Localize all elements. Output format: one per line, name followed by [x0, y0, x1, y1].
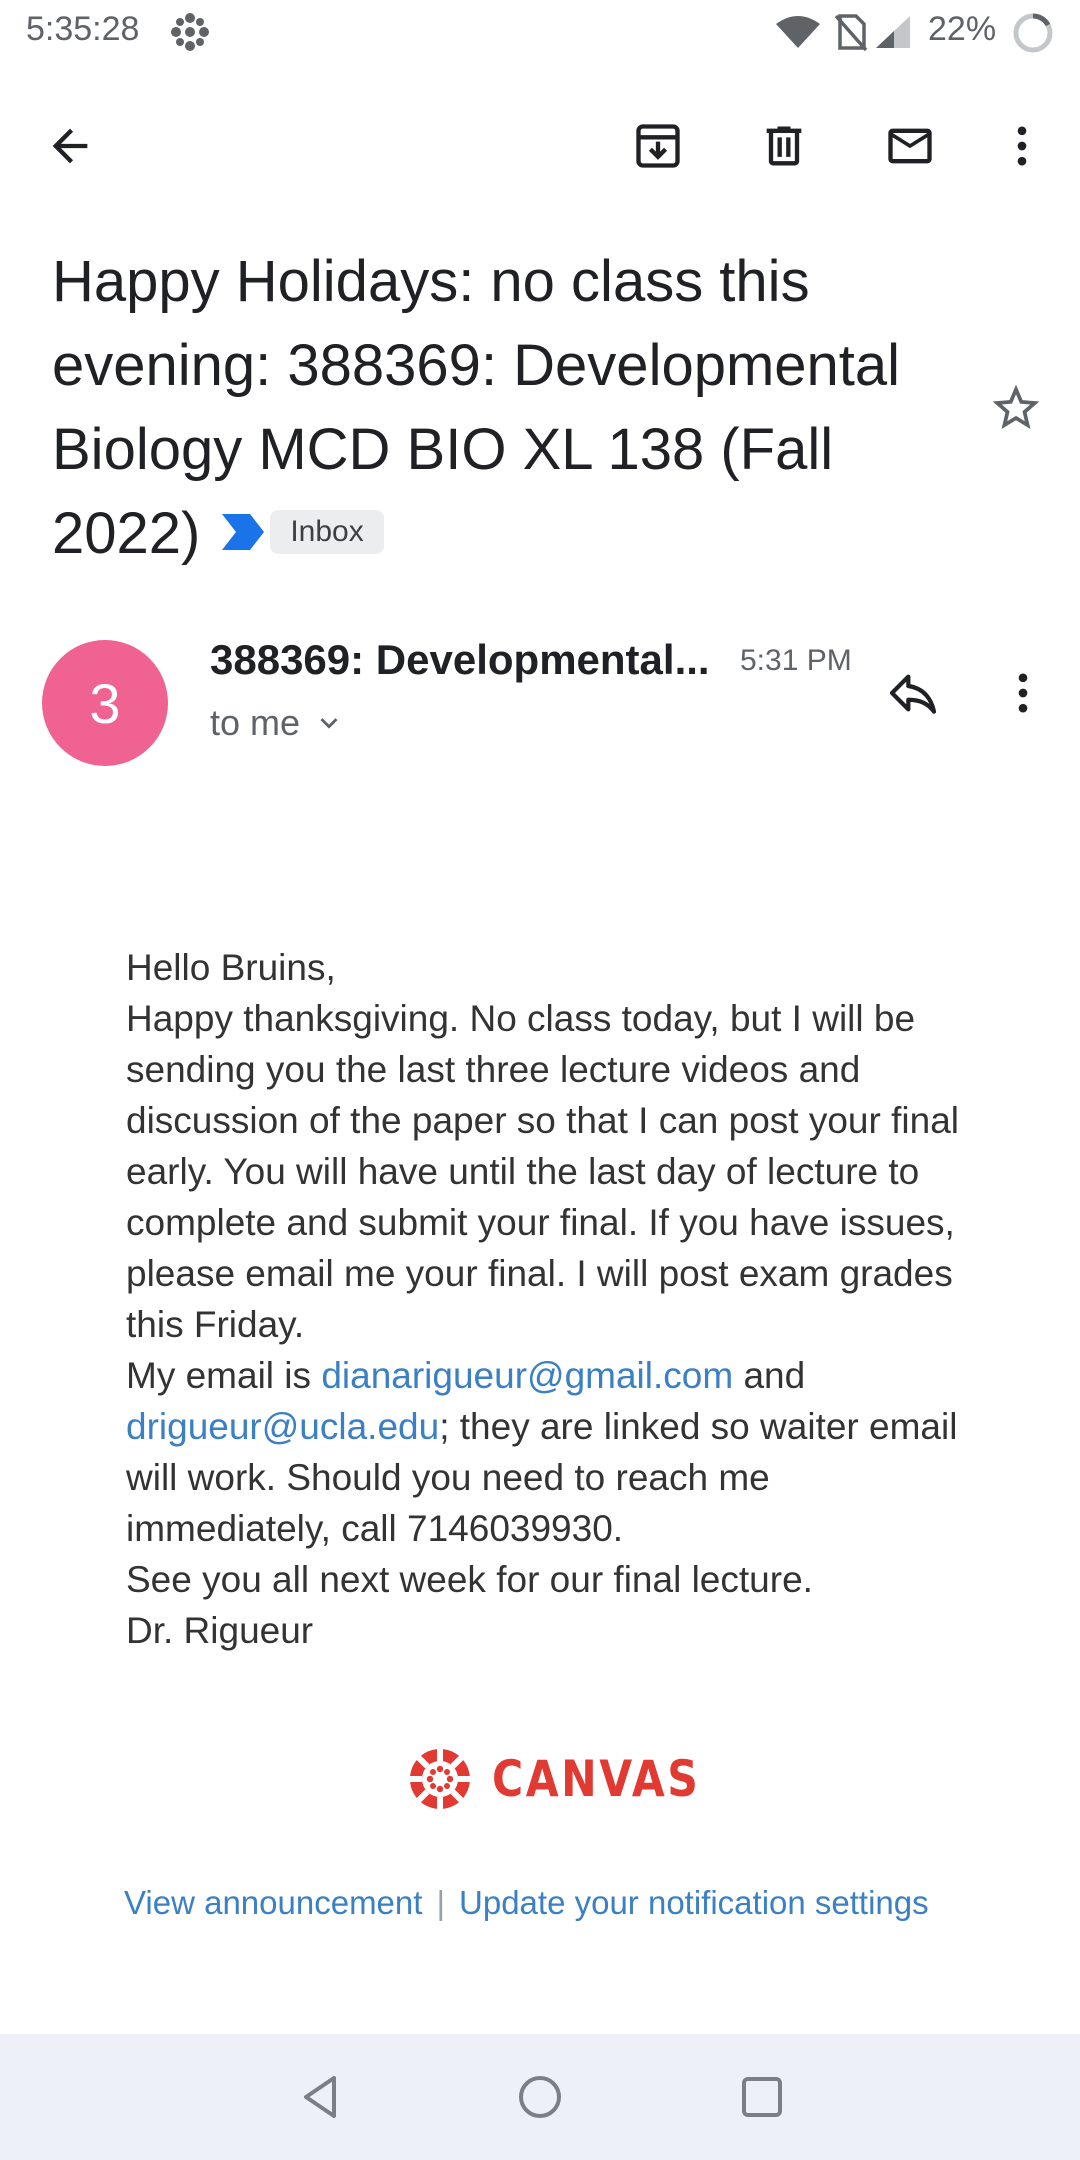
square-recents-icon — [742, 2077, 782, 2117]
mark-unread-icon — [888, 128, 932, 164]
triangle-back-icon — [304, 2076, 336, 2118]
nav-recents-button[interactable] — [727, 2062, 797, 2132]
more-vert-icon — [1018, 673, 1028, 713]
canvas-logo: CANVAS — [406, 1744, 737, 1814]
sender-avatar[interactable]: 3 — [42, 640, 168, 766]
battery-icon — [1013, 13, 1053, 53]
status-bar: 5:35:28 22% — [0, 0, 1080, 64]
view-announcement-link[interactable]: View announcement — [124, 1884, 422, 1921]
chevron-down-icon — [320, 718, 338, 729]
star-icon[interactable] — [988, 380, 1044, 436]
reply-icon — [889, 674, 937, 714]
nav-back-button[interactable] — [286, 2062, 356, 2132]
back-arrow-icon — [52, 128, 88, 164]
circle-home-icon — [519, 2076, 561, 2118]
message-more-button[interactable] — [980, 650, 1066, 736]
notification-settings-link[interactable]: Update your notification settings — [459, 1884, 929, 1921]
canvas-logo-icon — [408, 1747, 472, 1811]
archive-icon — [636, 124, 680, 168]
body-closing: See you all next week for our final lect… — [126, 1559, 813, 1600]
system-navigation-bar — [0, 2034, 1080, 2160]
notification-footer: View announcement | Update your notificati… — [124, 1884, 929, 1922]
body-signature: Dr. Rigueur — [126, 1610, 314, 1651]
archive-button[interactable] — [612, 100, 704, 192]
back-button[interactable] — [24, 100, 116, 192]
inbox-label-chip[interactable]: Inbox — [270, 509, 384, 554]
avatar-initial: 3 — [89, 671, 121, 735]
signal-icon — [876, 16, 910, 48]
top-app-bar — [0, 100, 1080, 192]
more-vert-icon — [1017, 126, 1027, 166]
canvas-wordmark: CANVAS — [492, 1750, 701, 1808]
status-time: 5:35:28 — [26, 10, 140, 48]
email-link-ucla[interactable]: drigueur@ucla.edu — [126, 1406, 439, 1447]
message-time: 5:31 PM — [740, 644, 852, 677]
battery-percent: 22% — [928, 10, 997, 48]
nav-home-button[interactable] — [505, 2062, 575, 2132]
recipient-text: to me — [210, 702, 301, 743]
email-link-gmail[interactable]: dianarigueur@gmail.com — [321, 1355, 733, 1396]
more-options-button[interactable] — [976, 100, 1068, 192]
importance-marker-icon[interactable] — [220, 512, 266, 552]
body-paragraph: Happy thanksgiving. No class today, but … — [126, 998, 959, 1345]
footer-separator: | — [436, 1884, 446, 1921]
delete-icon — [766, 126, 802, 166]
message-body: Hello Bruins, Happy thanksgiving. No cla… — [126, 942, 976, 1656]
contact-prefix: My email is — [126, 1355, 322, 1396]
body-greeting: Hello Bruins, — [126, 947, 336, 988]
email-subject: Happy Holidays: no class this evening: 3… — [52, 240, 972, 576]
wifi-icon — [776, 16, 820, 48]
no-sim-icon — [834, 14, 868, 52]
delete-button[interactable] — [738, 100, 830, 192]
cbc-gem-icon — [171, 13, 209, 51]
sender-name: 388369: Developmental... — [210, 636, 710, 683]
recipient-details-toggle[interactable]: to me — [210, 702, 346, 744]
contact-and: and — [733, 1355, 806, 1396]
reply-button[interactable] — [870, 650, 956, 736]
subject-text: Happy Holidays: no class this evening: 3… — [52, 249, 901, 566]
mark-unread-button[interactable] — [864, 100, 956, 192]
body-contact: My email is dianarigueur@gmail.com and d… — [126, 1350, 976, 1554]
